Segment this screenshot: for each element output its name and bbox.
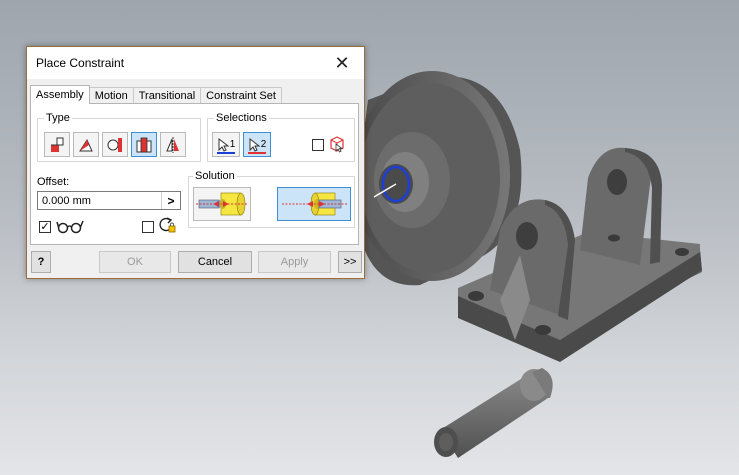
check-mark-icon: ✓ (40, 220, 50, 233)
cancel-button[interactable]: Cancel (178, 251, 252, 273)
offset-menu-button[interactable]: > (161, 192, 180, 209)
assembly-tab-panel: Type Selections 1 2 Offset: 0.000 mm > ✓… (30, 103, 359, 245)
type-group-label: Type (44, 111, 72, 125)
tab-assembly[interactable]: Assembly (30, 85, 90, 104)
tab-strip: Assembly Motion Transitional Constraint … (30, 85, 282, 104)
dialog-titlebar[interactable]: Place Constraint ✕ (27, 47, 364, 79)
aligned-solution-icon (282, 192, 347, 216)
ok-button[interactable]: OK (99, 251, 171, 273)
select-2-label: 2 (260, 139, 267, 150)
selections-group-label: Selections (214, 111, 269, 125)
help-icon: ? (37, 256, 45, 268)
chevron-right-icon: > (167, 193, 175, 208)
insert-icon (136, 137, 152, 152)
predict-offset-icon (159, 217, 176, 233)
cursor-arrow-icon (218, 137, 229, 152)
select-1-label: 1 (229, 139, 236, 150)
symmetry-icon (166, 136, 179, 153)
select-1-color-bar (217, 152, 235, 154)
close-icon: ✕ (334, 52, 350, 73)
predict-offset-checkbox[interactable] (142, 221, 154, 233)
mate-constraint-button[interactable] (44, 132, 70, 157)
type-group: Type (37, 111, 201, 162)
tab-transitional[interactable]: Transitional (132, 87, 202, 104)
offset-input[interactable] (40, 193, 162, 208)
more-button[interactable]: >> (338, 251, 362, 273)
apply-button[interactable]: Apply (258, 251, 331, 273)
angle-constraint-button[interactable] (73, 132, 99, 157)
opposed-solution-icon (196, 192, 248, 216)
solution-group-label: Solution (193, 169, 237, 183)
opposed-solution-button[interactable] (193, 187, 251, 221)
select-2-button[interactable]: 2 (243, 132, 271, 157)
pick-part-first-checkbox[interactable] (312, 139, 324, 151)
solution-group: Solution (188, 169, 355, 228)
tangent-icon (107, 137, 122, 152)
place-constraint-dialog: Place Constraint ✕ Assembly Motion Trans… (26, 46, 365, 279)
tangent-constraint-button[interactable] (102, 132, 128, 157)
pick-part-first-icon (330, 136, 344, 153)
dialog-body: Assembly Motion Transitional Constraint … (27, 79, 364, 278)
tab-motion[interactable]: Motion (88, 87, 134, 104)
dialog-title: Place Constraint (36, 56, 125, 70)
tab-constraint-set[interactable]: Constraint Set (200, 87, 282, 104)
selections-group: Selections 1 2 (207, 111, 355, 162)
offset-field: > (37, 191, 181, 210)
aligned-solution-button[interactable] (277, 187, 351, 221)
help-button[interactable]: ? (31, 251, 51, 273)
mate-icon (51, 137, 64, 152)
shaft-part[interactable] (434, 368, 553, 458)
select-2-color-bar (248, 152, 266, 154)
close-button[interactable]: ✕ (320, 47, 364, 79)
show-preview-checkbox[interactable]: ✓ (39, 221, 51, 233)
cursor-arrow-icon (249, 137, 260, 152)
glasses-icon (56, 220, 84, 234)
select-1-button[interactable]: 1 (212, 132, 240, 157)
angle-icon (79, 138, 93, 151)
symmetry-constraint-button[interactable] (160, 132, 186, 157)
offset-label: Offset: (37, 176, 70, 188)
insert-constraint-button[interactable] (131, 132, 157, 157)
